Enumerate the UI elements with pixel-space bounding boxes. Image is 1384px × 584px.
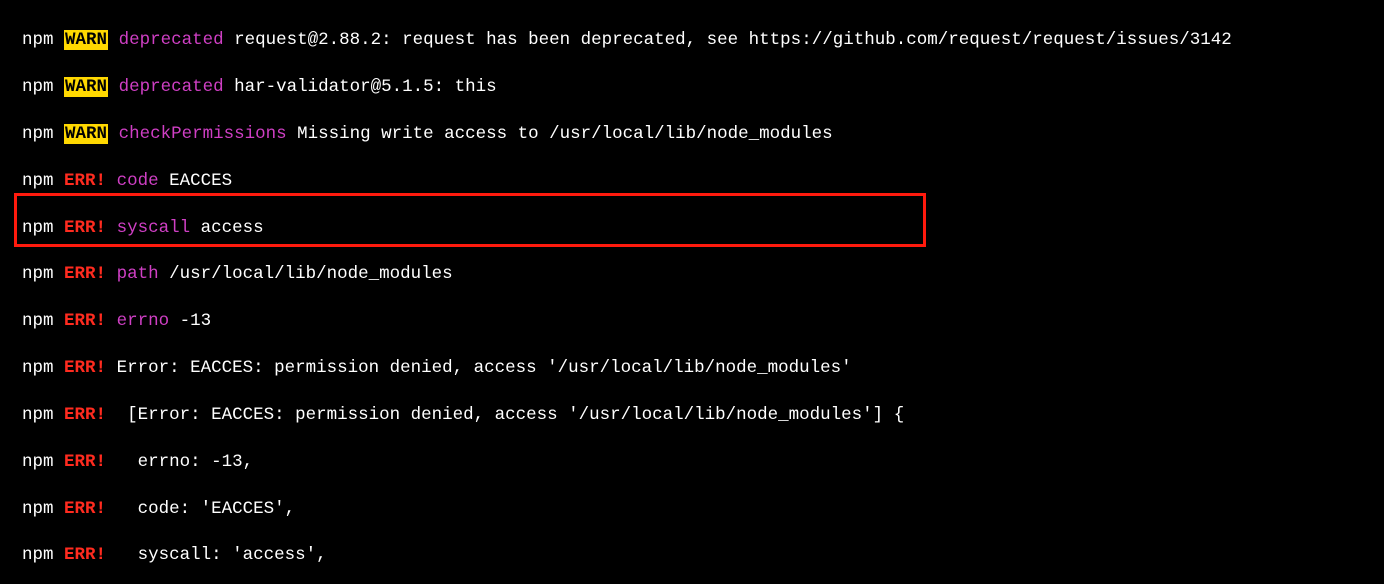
npm-tag: npm [22,218,54,238]
npm-tag: npm [22,171,54,191]
log-line: npm ERR! syscall: 'access', [22,544,1384,567]
npm-tag: npm [22,545,54,565]
log-message: har-validator@5.1.5: this [224,77,497,97]
log-message: EACCES [159,171,233,191]
warn-tag: WARN [64,77,108,97]
log-message: [Error: EACCES: permission denied, acces… [117,405,905,425]
log-message: Error: EACCES: permission denied, access… [117,358,852,378]
log-line: npm ERR! errno: -13, [22,451,1384,474]
log-line: npm ERR! errno -13 [22,310,1384,333]
err-tag: ERR! [64,452,106,472]
npm-tag: npm [22,311,54,331]
log-message: Missing write access to /usr/local/lib/n… [287,124,833,144]
log-category: checkPermissions [119,124,287,144]
log-message: syscall: 'access', [117,545,327,565]
warn-tag: WARN [64,124,108,144]
log-line: npm WARN deprecated request@2.88.2: requ… [22,29,1384,52]
npm-tag: npm [22,30,54,50]
err-tag: ERR! [64,218,106,238]
err-tag: ERR! [64,499,106,519]
terminal-output: npm WARN deprecated request@2.88.2: requ… [0,0,1384,584]
log-category: syscall [117,218,191,238]
log-line: npm WARN deprecated har-validator@5.1.5:… [22,76,1384,99]
log-line: npm ERR! [Error: EACCES: permission deni… [22,404,1384,427]
npm-tag: npm [22,499,54,519]
log-message: errno: -13, [117,452,254,472]
warn-tag: WARN [64,30,108,50]
log-message: access [190,218,264,238]
err-tag: ERR! [64,358,106,378]
log-line: npm ERR! path /usr/local/lib/node_module… [22,263,1384,286]
npm-tag: npm [22,264,54,284]
npm-tag: npm [22,358,54,378]
log-message: request@2.88.2: request has been depreca… [224,30,1232,50]
log-line: npm ERR! syscall access [22,217,1384,240]
err-tag: ERR! [64,405,106,425]
log-message: -13 [169,311,211,331]
log-category: code [117,171,159,191]
log-line: npm ERR! Error: EACCES: permission denie… [22,357,1384,380]
log-line: npm ERR! code: 'EACCES', [22,498,1384,521]
err-tag: ERR! [64,545,106,565]
npm-tag: npm [22,452,54,472]
log-line: npm WARN checkPermissions Missing write … [22,123,1384,146]
err-tag: ERR! [64,171,106,191]
log-message: code: 'EACCES', [117,499,296,519]
log-message: /usr/local/lib/node_modules [159,264,453,284]
npm-tag: npm [22,77,54,97]
npm-tag: npm [22,405,54,425]
err-tag: ERR! [64,311,106,331]
log-category: deprecated [119,77,224,97]
log-category: deprecated [119,30,224,50]
log-line: npm ERR! code EACCES [22,170,1384,193]
log-category: errno [117,311,170,331]
log-category: path [117,264,159,284]
err-tag: ERR! [64,264,106,284]
npm-tag: npm [22,124,54,144]
